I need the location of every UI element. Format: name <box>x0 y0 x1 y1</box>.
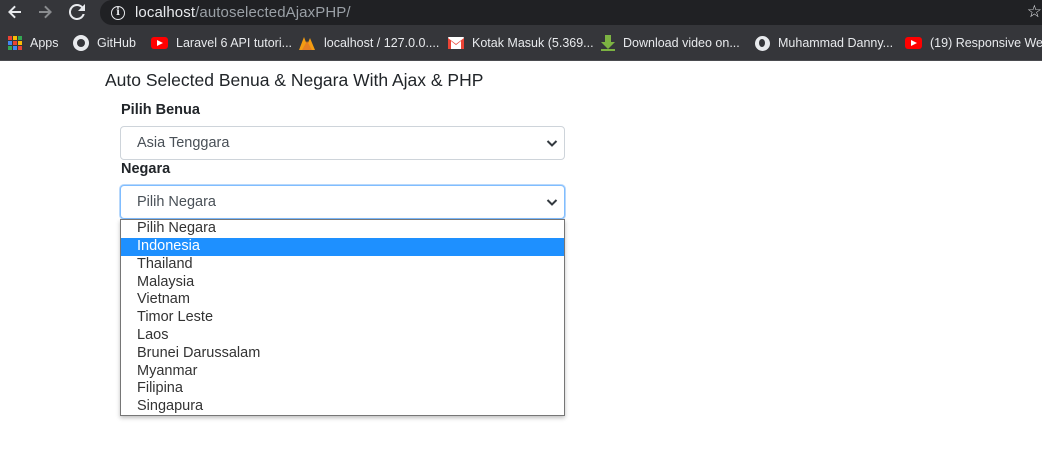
bookmark-responsive[interactable]: (19) Responsive We... <box>905 25 1042 61</box>
negara-option[interactable]: Vietnam <box>121 291 564 309</box>
gmail-icon <box>448 37 464 49</box>
forward-arrow-icon[interactable] <box>34 1 56 23</box>
negara-option[interactable]: Thailand <box>121 256 564 274</box>
globe-icon <box>755 35 770 51</box>
download-icon <box>601 35 615 51</box>
negara-option[interactable]: Myanmar <box>121 363 564 381</box>
page-title: Auto Selected Benua & Negara With Ajax &… <box>105 70 484 90</box>
reload-icon[interactable] <box>66 1 88 23</box>
negara-option[interactable]: Brunei Darussalam <box>121 345 564 363</box>
negara-option[interactable]: Pilih Negara <box>121 220 564 238</box>
back-arrow-icon[interactable] <box>4 1 26 23</box>
bookmark-label: localhost / 127.0.0.... <box>324 36 440 50</box>
bookmark-laravel[interactable]: Laravel 6 API tutori... <box>151 25 292 61</box>
browser-toolbar: i localhost/autoselectedAjaxPHP/ ☆ <box>0 0 1042 25</box>
github-icon <box>73 35 89 51</box>
negara-option-highlighted[interactable]: Indonesia <box>121 238 564 256</box>
bookmark-download[interactable]: Download video on... <box>601 25 740 61</box>
bookmark-label: (19) Responsive We... <box>930 36 1042 50</box>
chevron-down-icon <box>546 199 558 206</box>
url-text[interactable]: localhost/autoselectedAjaxPHP/ <box>135 4 351 21</box>
bookmark-label: Kotak Masuk (5.369... <box>472 36 594 50</box>
negara-option[interactable]: Laos <box>121 327 564 345</box>
info-icon[interactable]: i <box>111 5 125 20</box>
negara-option[interactable]: Timor Leste <box>121 309 564 327</box>
apps-grid-icon <box>8 36 22 50</box>
negara-option[interactable]: Malaysia <box>121 274 564 292</box>
bookmark-phpmyadmin[interactable]: localhost / 127.0.0.... <box>298 25 439 61</box>
star-icon[interactable]: ☆ <box>1027 2 1042 22</box>
negara-dropdown-list: Pilih Negara Indonesia Thailand Malaysia… <box>120 219 565 416</box>
bookmark-github[interactable]: GitHub <box>73 25 136 61</box>
negara-option[interactable]: Filipina <box>121 380 564 398</box>
bookmark-apps[interactable]: Apps <box>8 25 59 61</box>
bookmark-label: Download video on... <box>623 36 740 50</box>
url-host: localhost <box>135 4 196 21</box>
bookmark-gmail[interactable]: Kotak Masuk (5.369... <box>448 25 594 61</box>
phpmyadmin-icon <box>298 35 316 51</box>
bookmark-muhammad[interactable]: Muhammad Danny... <box>755 25 893 61</box>
bookmark-label: Apps <box>30 36 59 50</box>
url-path: /autoselectedAjaxPHP/ <box>195 4 351 21</box>
bookmark-label: Laravel 6 API tutori... <box>176 36 293 50</box>
youtube-icon <box>151 37 168 49</box>
youtube-icon <box>905 37 922 49</box>
chevron-down-icon <box>546 140 558 147</box>
negara-label: Negara <box>121 161 171 177</box>
bookmark-label: Muhammad Danny... <box>778 36 894 50</box>
benua-label: Pilih Benua <box>121 102 200 118</box>
negara-selected-value: Pilih Negara <box>137 194 216 210</box>
benua-selected-value: Asia Tenggara <box>137 135 230 151</box>
negara-select[interactable]: Pilih Negara <box>120 185 565 219</box>
negara-option[interactable]: Singapura <box>121 398 564 416</box>
bookmarks-bar: Apps GitHub Laravel 6 API tutori... loca… <box>0 25 1042 61</box>
bookmark-label: GitHub <box>97 36 136 50</box>
benua-select[interactable]: Asia Tenggara <box>120 126 565 160</box>
address-bar[interactable]: i localhost/autoselectedAjaxPHP/ ☆ <box>100 0 1042 25</box>
